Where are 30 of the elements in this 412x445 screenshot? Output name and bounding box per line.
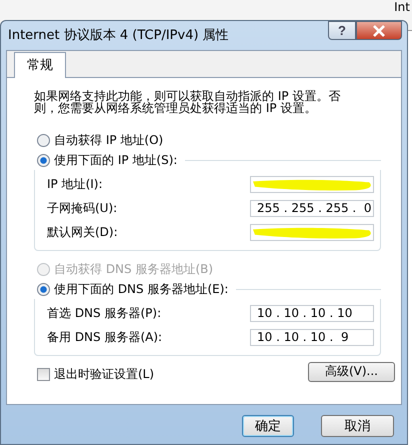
radio-label: 使用下面的 DNS 服务器地址(E):	[54, 280, 228, 298]
checkbox[interactable]	[37, 368, 50, 381]
ip-address-field[interactable]: 10 . 10 . 10 . 9	[250, 328, 374, 346]
help-button[interactable]: ?	[328, 21, 356, 40]
field-label: 备用 DNS 服务器(A):	[46, 328, 162, 346]
field-label: IP 地址(I):	[46, 176, 103, 192]
description-text: 如果网络支持此功能，则可以获取自动指派的 IP 设置。否则，您需要从网络系统管理员处获得适当的 IP 设置。	[34, 90, 342, 114]
field-value: 10 . 10 . 10 . 9	[257, 330, 349, 344]
ip-address-field[interactable]: 10 . 10 . 10 . 10	[250, 304, 374, 322]
close-button[interactable]	[356, 21, 402, 40]
field-label: 首选 DNS 服务器(P):	[46, 304, 162, 322]
radio-button[interactable]	[37, 154, 50, 166]
close-icon	[372, 24, 386, 36]
checkbox-label: 退出时验证设置(L)	[54, 366, 154, 383]
ip-address-field[interactable]: 255 . 255 . 255 . 0	[250, 200, 374, 216]
window-title: Internet 协议版本 4 (TCP/IPv4) 属性	[7, 27, 229, 44]
radio-button[interactable]	[37, 134, 50, 146]
radio-label: 使用下面的 IP 地址(S):	[54, 152, 178, 168]
advanced-button[interactable]: 高级(V)...	[308, 362, 395, 382]
background-text: Int	[394, 0, 410, 14]
radio-label: 自动获得 IP 地址(O)	[54, 132, 164, 148]
radio-button[interactable]	[37, 282, 50, 296]
field-value: 255 . 255 . 255 . 0	[257, 201, 372, 215]
field-value: 10 . 10 . 10 . 10	[257, 306, 352, 320]
tab[interactable]: 常规	[14, 52, 66, 78]
field-label: 默认网关(D):	[46, 224, 118, 240]
dialog-button[interactable]: 取消	[321, 415, 394, 437]
field-label: 子网掩码(U):	[46, 200, 118, 216]
radio-label: 自动获得 DNS 服务器地址(B)	[54, 260, 214, 278]
dialog-button[interactable]: 确定	[242, 415, 294, 437]
